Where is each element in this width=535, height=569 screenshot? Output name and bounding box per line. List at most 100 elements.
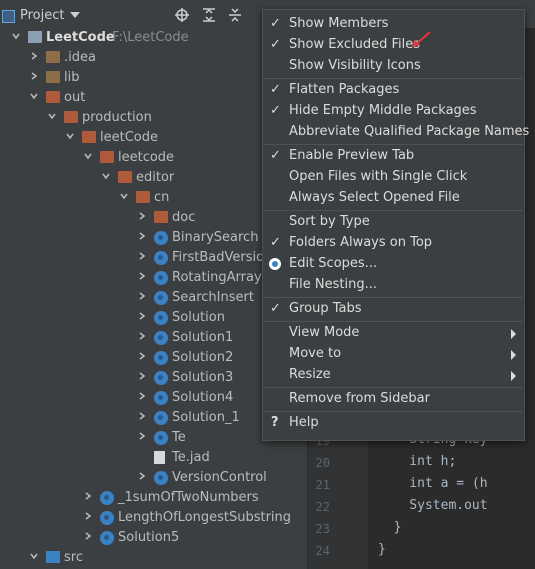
expand-all-icon[interactable] (202, 8, 216, 22)
menu-item[interactable]: Sort by Type (263, 212, 524, 233)
tree-row[interactable]: leetCode (0, 128, 307, 148)
chevron-right-icon[interactable] (138, 212, 146, 220)
chevron-down-icon[interactable] (84, 152, 92, 160)
menu-item[interactable]: Resize (263, 365, 524, 386)
menu-item[interactable]: Edit Scopes... (263, 254, 524, 275)
menu-item[interactable]: ✓ Show Members (263, 14, 524, 35)
chevron-right-icon[interactable] (138, 312, 146, 320)
chevron-right-icon[interactable] (138, 372, 146, 380)
tree-row[interactable]: production (0, 108, 307, 128)
excluded-folder-icon (118, 171, 132, 183)
tree-row[interactable]: doc (0, 208, 307, 228)
menu-item[interactable]: View Mode (263, 323, 524, 344)
chevron-right-icon[interactable] (138, 472, 146, 480)
chevron-down-icon[interactable] (30, 552, 38, 560)
menu-item[interactable]: File Nesting... (263, 275, 524, 296)
menu-item[interactable]: Show Visibility Icons (263, 56, 524, 77)
locate-icon[interactable] (175, 8, 189, 22)
tree-row[interactable]: Solution5 (0, 528, 307, 548)
menu-item[interactable]: ✓ Show Excluded Files (263, 35, 524, 56)
chevron-right-icon[interactable] (138, 272, 146, 280)
tree-item-label: LeetCode (46, 30, 115, 45)
tree-row[interactable]: Solution (0, 308, 307, 328)
chevron-down-icon[interactable] (102, 172, 110, 180)
line-number: 21 (315, 478, 330, 492)
chevron-right-icon[interactable] (138, 292, 146, 300)
tree-row[interactable]: src (0, 548, 307, 568)
tree-row[interactable]: Solution3 (0, 368, 307, 388)
tree-row[interactable]: Te.jad (0, 448, 307, 468)
chevron-right-icon[interactable] (138, 252, 146, 260)
tree-item-label: SearchInsert (172, 290, 254, 305)
check-icon: ✓ (270, 16, 281, 31)
chevron-down-icon[interactable] (66, 132, 74, 140)
tree-row[interactable]: leetcode (0, 148, 307, 168)
tree-row[interactable]: _1sumOfTwoNumbers (0, 488, 307, 508)
tree-row[interactable]: lib (0, 68, 307, 88)
tree-item-label: BinarySearch (172, 230, 259, 245)
chevron-right-icon[interactable] (138, 352, 146, 360)
code-line[interactable]: int h; (378, 454, 456, 469)
tree-row[interactable]: .idea (0, 48, 307, 68)
chevron-right-icon[interactable] (84, 492, 92, 500)
module-icon (28, 31, 42, 43)
submenu-arrow-icon (511, 350, 516, 360)
chevron-down-icon[interactable] (12, 32, 20, 40)
tree-row[interactable]: Solution_1 (0, 408, 307, 428)
menu-separator (264, 297, 523, 298)
code-line[interactable]: } (378, 520, 402, 535)
menu-item[interactable]: ✓ Enable Preview Tab (263, 146, 524, 167)
chevron-down-icon[interactable] (30, 92, 38, 100)
chevron-down-icon[interactable] (70, 12, 80, 18)
class-icon (100, 511, 114, 525)
collapse-all-icon[interactable] (228, 8, 242, 22)
chevron-right-icon[interactable] (138, 332, 146, 340)
tree-row[interactable]: Solution2 (0, 348, 307, 368)
tree-row[interactable]: editor (0, 168, 307, 188)
chevron-down-icon[interactable] (120, 192, 128, 200)
class-icon (154, 311, 168, 325)
menu-separator (264, 411, 523, 412)
menu-item[interactable]: ✓ Hide Empty Middle Packages (263, 101, 524, 122)
menu-separator (264, 78, 523, 79)
project-title[interactable]: Project (20, 8, 64, 23)
chevron-right-icon[interactable] (30, 72, 38, 80)
menu-item-label: Enable Preview Tab (289, 148, 415, 163)
tree-row[interactable]: Solution1 (0, 328, 307, 348)
chevron-right-icon[interactable] (138, 412, 146, 420)
tree-item-label: VersionControl (172, 470, 267, 485)
menu-item[interactable]: ✓ Group Tabs (263, 299, 524, 320)
tree-row[interactable]: VersionControl (0, 468, 307, 488)
tree-row[interactable]: RotatingArray (0, 268, 307, 288)
menu-item[interactable]: Always Select Opened File (263, 188, 524, 209)
chevron-right-icon[interactable] (138, 392, 146, 400)
chevron-right-icon[interactable] (138, 432, 146, 440)
code-line[interactable]: } (378, 542, 386, 557)
chevron-down-icon[interactable] (48, 112, 56, 120)
chevron-right-icon[interactable] (84, 512, 92, 520)
tree-row[interactable]: Solution4 (0, 388, 307, 408)
menu-item-label: Always Select Opened File (289, 190, 460, 205)
tree-row[interactable]: Te (0, 428, 307, 448)
menu-item[interactable]: ✓ Folders Always on Top (263, 233, 524, 254)
chevron-right-icon[interactable] (138, 232, 146, 240)
tree-row[interactable]: BinarySearch (0, 228, 307, 248)
menu-item[interactable]: Open Files with Single Click (263, 167, 524, 188)
chevron-right-icon[interactable] (84, 532, 92, 540)
menu-item[interactable]: ✓ Flatten Packages (263, 80, 524, 101)
tree-row[interactable]: LengthOfLongestSubstring (0, 508, 307, 528)
tree-row[interactable]: FirstBadVersion (0, 248, 307, 268)
code-line[interactable]: System.out (378, 498, 487, 513)
tree-row[interactable]: out (0, 88, 307, 108)
tree-row[interactable]: cn (0, 188, 307, 208)
excluded-folder-icon (46, 91, 60, 103)
code-line[interactable]: int a = (h (378, 476, 487, 491)
tree-row[interactable]: LeetCode F:\LeetCode (0, 28, 307, 48)
menu-item[interactable]: Move to (263, 344, 524, 365)
chevron-right-icon[interactable] (30, 52, 38, 60)
menu-item[interactable]: Remove from Sidebar (263, 389, 524, 410)
tree-item-label: editor (136, 170, 175, 185)
menu-item[interactable]: ? Help (263, 413, 524, 434)
menu-item[interactable]: Abbreviate Qualified Package Names (263, 122, 529, 143)
tree-row[interactable]: SearchInsert (0, 288, 307, 308)
